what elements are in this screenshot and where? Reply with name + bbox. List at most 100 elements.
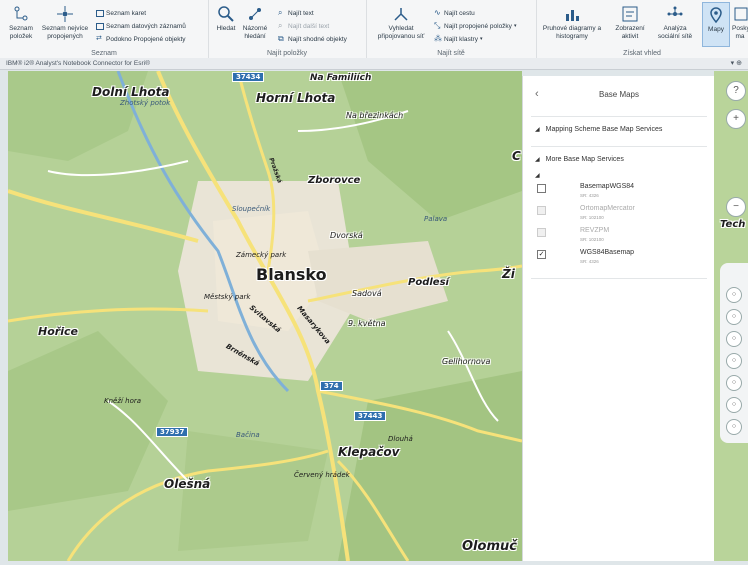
vyhledat-sit-label: Vyhledat připojovanou síť [377,25,425,40]
place-label-olesna: Olešná [164,477,211,491]
group-ziskat-vhled: Pruhové diagramy a histogramy Zobrazení … [536,0,748,58]
place-label-dolni-lhota-sub: Zhotský potok [120,99,171,107]
basemap-name: REVZPM [580,227,610,234]
basemap-row-wgs84basemap[interactable]: ✓ WGS84Basemap SR: 4326 [537,248,707,268]
section-mapping-scheme-label: Mapping Scheme Base Map Services [545,126,663,133]
basemap-sr: SR: 102100 [580,215,604,220]
place-label-zborovce: Zborovce [308,175,361,186]
records-icon [96,22,104,30]
group-title-ziskat-vhled: Získat vhled [623,50,661,57]
najit-cestu-button[interactable]: ∿ Najít cestu [434,8,475,18]
group-najit-site: Vyhledat připojovanou síť ∿ Najít cestu … [366,0,537,58]
basemap-name: BasemapWGS84 [580,183,635,190]
social-network-icon [667,6,683,16]
road-shield-37443: 37443 [354,411,387,421]
expand-triangle-icon: ◢ [535,127,540,133]
pruhove-label: Pruhové diagramy a histogramy [542,25,602,40]
place-label-horice: Hořice [38,325,78,338]
vyhledat-sit-button[interactable]: Vyhledat připojovanou síť [370,5,432,40]
basemap-checkbox[interactable] [537,228,546,237]
expand-triangle-icon-2: ◢ [535,157,540,163]
hledat-button[interactable]: Hledat [212,5,240,33]
place-label-horni-lhota: Horní Lhota [256,91,336,105]
place-label-knezi-hora: Kněží hora [104,397,142,405]
place-label-na-brezinkach: Na březinkách [346,111,404,120]
nazorne-hledani-button[interactable]: Názorné hledání [240,5,270,40]
seznam-karet-label: Seznam karet [106,9,147,17]
posky-button[interactable]: Posky ma [732,5,748,40]
panel-title-separator [531,116,707,117]
najit-shodne-button[interactable]: ⧉ Najít shodné objekty [278,34,347,44]
place-label-olomucany: Olomuč [462,539,517,554]
zoom-out-button[interactable]: − [726,197,746,217]
seznam-polozek-button[interactable]: Seznam položek [6,5,36,40]
tool-button-5[interactable]: ○ [726,375,742,391]
tool-button-2[interactable]: ○ [726,309,742,325]
dropdown-arrow-icon-2: ▾ [479,36,483,42]
place-label-klepacov: Klepačov [338,445,400,459]
dropdown-arrow-icon: ▾ [513,23,517,29]
najit-klastry-button[interactable]: ⁂ Najít klastry ▾ [434,34,482,44]
place-label-bacina: Bačina [236,431,260,439]
connected-icon: ⤡ [434,21,441,30]
tool-button-7[interactable]: ○ [726,419,742,435]
zoom-in-button[interactable]: + [726,109,746,129]
pruhove-diagramy-button[interactable]: Pruhové diagramy a histogramy [540,5,604,40]
najit-dalsi-text-button[interactable]: ⌕ Najít další text [278,21,329,31]
tool-button-4[interactable]: ○ [726,353,742,369]
podokno-button[interactable]: ⇄ Podokno Propojené objekty [96,34,186,44]
seznam-nejvice-button[interactable]: Seznam nejvíce propojených [40,5,90,40]
path-icon: ∿ [434,8,441,17]
connector-title: IBM® i2® Analyst's Notebook Connector fo… [6,60,150,67]
analyza-site-button[interactable]: Analýza sociální sítě [652,5,698,40]
place-label-na-familiich: Na Familiích [310,73,372,83]
tool-button-3[interactable]: ○ [726,331,742,347]
najit-propojene-button[interactable]: ⤡ Najít propojené položky ▾ [434,21,516,31]
title-bar-controls[interactable]: ▾ ⊕ [731,59,742,67]
posky-label: Posky ma [732,25,748,40]
clusters-icon: ⁂ [434,34,442,43]
mapy-button[interactable]: Mapy [702,2,730,47]
basemap-checkbox[interactable] [537,206,546,215]
place-label-pet-kvetna: 9. května [348,319,386,328]
place-label-mestsky-park: Městský park [204,293,251,301]
list-items-icon [14,6,28,21]
analyza-label: Analýza sociální sítě [657,25,693,40]
cards-icon [96,9,104,17]
ribbon: Seznam položek Seznam nejvíce propojenýc… [0,0,748,59]
basemap-checkbox[interactable] [537,184,546,193]
basemap-row-ortomap[interactable]: OrtomapMercator SR: 102100 [537,204,707,224]
najit-text-button[interactable]: ⌕ Najít text [278,8,314,18]
basemap-sr: SR: 4326 [580,193,599,198]
section-more-base-maps[interactable]: ◢ More Base Map Services [535,156,624,163]
basemap-sr: SR: 4326 [580,259,599,264]
subgroup-toggle[interactable]: ◢ [535,172,540,179]
network-icon [394,8,408,21]
tool-button-6[interactable]: ○ [726,397,742,413]
place-label-zi: Ži [502,267,515,281]
basemap-checkbox-checked[interactable]: ✓ [537,250,546,259]
connector-title-bar: IBM® i2® Analyst's Notebook Connector fo… [0,58,748,70]
secondary-map-strip[interactable]: ? + − Tech ○ ○ ○ ○ ○ ○ ○ [714,71,748,561]
help-button[interactable]: ? [726,81,746,101]
tool-button-1[interactable]: ○ [726,287,742,303]
podokno-label: Podokno Propojené objekty [106,35,186,43]
visual-search-icon [249,8,261,20]
group-title-najit-site: Najít sítě [437,50,465,57]
seznam-karet-button[interactable]: Seznam karet [96,8,146,18]
group-title-najit-polozky: Najít položky [266,50,308,57]
map-canvas[interactable]: 37434 374 37443 37937 Dolní Lhota Zhotsk… [8,71,522,561]
basemap-row-revzpm[interactable]: REVZPM SR: 102100 [537,226,707,246]
basemap-row-wgs84[interactable]: BasemapWGS84 SR: 4326 [537,182,707,202]
basemap-name: OrtomapMercator [580,205,635,212]
place-label-gellhornova: Gellhornova [442,357,491,366]
matching-objects-icon: ⧉ [278,34,284,43]
section-mapping-scheme[interactable]: ◢ Mapping Scheme Base Map Services [535,126,662,133]
place-label-dolni-lhota: Dolní Lhota [92,85,170,99]
seznam-datovych-button[interactable]: Seznam datových záznamů [96,21,186,31]
expand-triangle-icon-3: ◢ [535,173,540,179]
road-shield-37937: 37937 [156,427,189,437]
zobrazeni-aktivit-button[interactable]: Zobrazení aktivit [610,5,650,40]
nazorne-hledani-label: Názorné hledání [242,25,268,40]
hledat-label: Hledat [216,25,236,32]
